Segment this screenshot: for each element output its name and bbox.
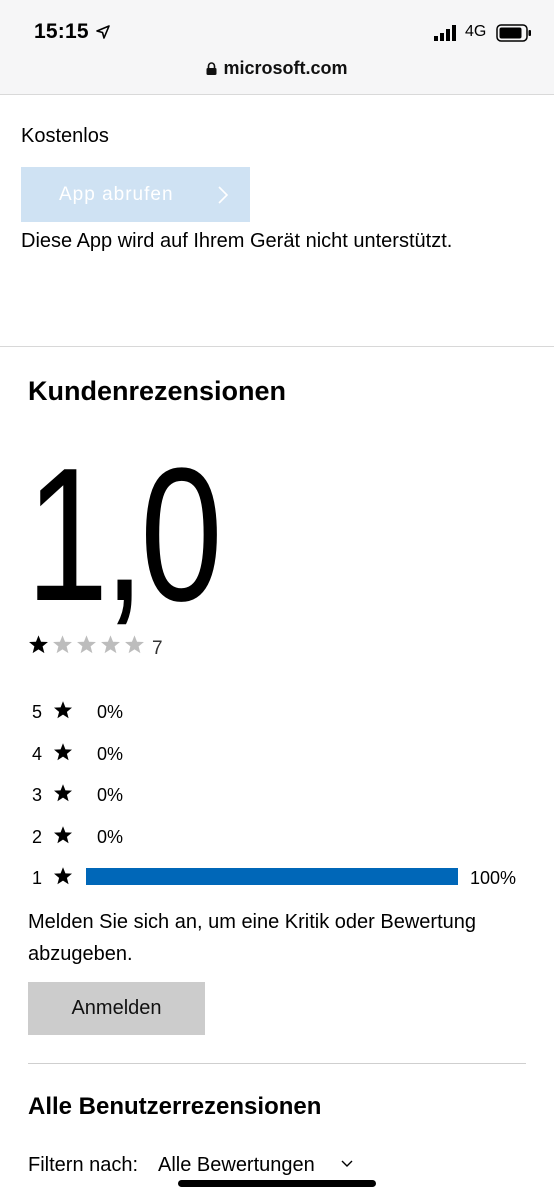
star-icon <box>54 701 72 719</box>
app-price: Kostenlos <box>21 125 109 147</box>
signin-button[interactable]: Anmelden <box>28 982 205 1035</box>
star-icon <box>54 742 72 760</box>
star-icon <box>54 825 72 843</box>
filter-label: Filtern nach: <box>28 1154 139 1176</box>
histogram-row-5: 5 0% <box>30 697 530 739</box>
histogram-percent: 0% <box>97 702 124 722</box>
lock-icon <box>206 62 217 75</box>
browser-top-bar: 15:15 4G microsoft.com <box>0 0 554 95</box>
histogram-stars-label: 3 <box>32 785 43 805</box>
histogram-percent: 0% <box>97 785 124 805</box>
rating-histogram: 5 0% 4 0% 3 0% 2 0% 1 100% <box>30 697 530 905</box>
network-type: 4G <box>465 23 487 40</box>
histogram-row-2: 2 0% <box>30 822 530 864</box>
location-arrow-icon <box>96 25 110 39</box>
filter-dropdown[interactable]: Alle Bewertungen <box>158 1154 315 1177</box>
unsupported-notice: Diese App wird auf Ihrem Gerät nicht unt… <box>21 230 453 252</box>
home-indicator[interactable] <box>178 1180 376 1187</box>
address-bar[interactable]: microsoft.com <box>0 58 554 79</box>
status-time: 15:15 <box>34 20 89 43</box>
reviews-heading: Kundenrezensionen <box>28 376 287 406</box>
rating-count: 7 <box>152 638 163 659</box>
histogram-stars-label: 1 <box>32 868 43 888</box>
star-empty-icon <box>77 634 96 653</box>
section-divider <box>0 346 554 347</box>
histogram-row-4: 4 0% <box>30 739 530 781</box>
histogram-row-3: 3 0% <box>30 780 530 822</box>
star-empty-icon <box>53 634 72 653</box>
signal-icon <box>434 25 456 41</box>
battery-icon <box>496 24 531 42</box>
histogram-stars-label: 2 <box>32 826 43 847</box>
all-reviews-heading: Alle Benutzerrezensionen <box>28 1093 322 1120</box>
signin-prompt: Melden Sie sich an, um eine Kritik oder … <box>28 911 477 965</box>
get-app-button[interactable]: App abrufen <box>21 167 250 222</box>
histogram-stars-label: 5 <box>32 702 43 722</box>
histogram-percent: 100% <box>470 868 517 888</box>
average-rating: 1,0 <box>26 429 223 641</box>
chevron-right-icon <box>218 186 229 204</box>
section-divider <box>28 1063 526 1064</box>
histogram-stars-label: 4 <box>32 743 43 764</box>
star-empty-icon <box>101 634 120 653</box>
chevron-down-icon[interactable] <box>341 1160 353 1168</box>
histogram-bar <box>86 868 458 885</box>
star-filled-icon <box>29 634 48 653</box>
star-icon <box>54 784 72 802</box>
histogram-percent: 0% <box>97 743 124 764</box>
histogram-percent: 0% <box>97 826 124 847</box>
url-text: microsoft.com <box>223 58 348 78</box>
rating-stars <box>28 633 148 655</box>
star-empty-icon <box>125 634 144 653</box>
histogram-row-1: 1 100% <box>30 863 530 905</box>
star-icon <box>54 867 72 885</box>
get-app-label: App abrufen <box>59 183 174 205</box>
